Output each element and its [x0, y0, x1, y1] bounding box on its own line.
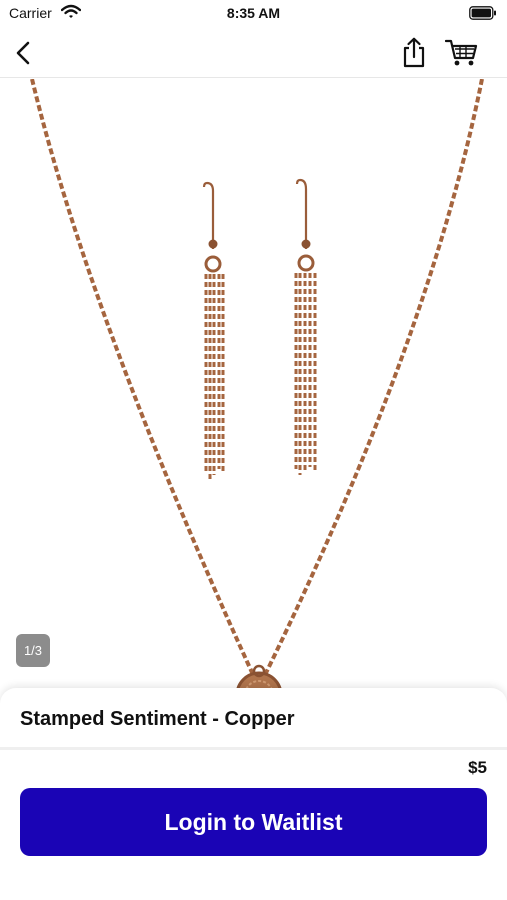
product-info-panel: Stamped Sentiment - Copper $5 Login to W…	[0, 688, 507, 900]
battery-icon	[469, 6, 497, 20]
image-page-indicator: 1/3	[16, 634, 50, 667]
earring-left	[202, 181, 225, 479]
divider	[0, 747, 507, 750]
share-icon	[403, 37, 425, 68]
cart-button[interactable]	[444, 36, 480, 70]
navigation-bar	[0, 28, 507, 78]
status-time: 8:35 AM	[226, 5, 281, 21]
login-to-waitlist-button[interactable]: Login to Waitlist	[20, 788, 487, 856]
product-image[interactable]	[0, 79, 507, 719]
product-title: Stamped Sentiment - Copper	[20, 708, 295, 730]
share-button[interactable]	[396, 36, 432, 70]
product-price: $5	[468, 758, 487, 777]
status-bar: Carrier 8:35 AM	[0, 0, 507, 28]
earring-right	[294, 178, 317, 475]
cart-icon	[445, 39, 478, 66]
chevron-left-icon	[16, 41, 30, 65]
back-button[interactable]	[6, 36, 42, 70]
